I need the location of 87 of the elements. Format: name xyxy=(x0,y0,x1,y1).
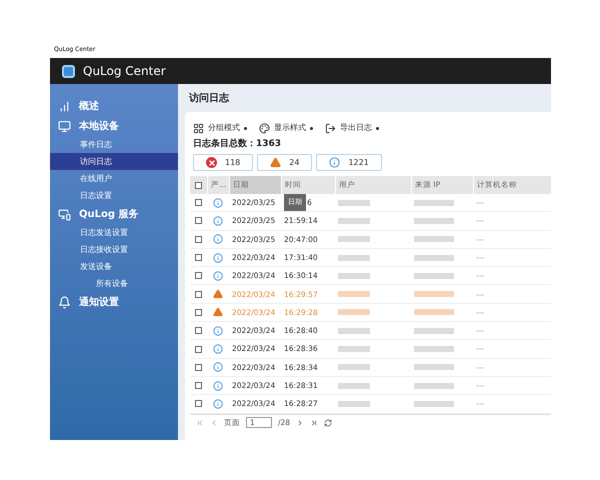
info-icon xyxy=(213,234,223,244)
redacted-block xyxy=(414,200,454,206)
row-checkbox[interactable] xyxy=(195,382,202,390)
sidebar-item[interactable]: 事件日志 xyxy=(50,136,178,153)
info-icon xyxy=(213,198,223,208)
sidebar-item[interactable]: 概述 xyxy=(50,96,178,116)
error-icon xyxy=(206,157,217,168)
row-checkbox[interactable] xyxy=(195,199,202,206)
redacted-block xyxy=(414,272,454,279)
row-checkbox[interactable] xyxy=(195,327,202,334)
redacted-block xyxy=(414,346,454,352)
redacted-block xyxy=(414,382,454,389)
row-checkbox[interactable] xyxy=(195,364,202,371)
info-icon xyxy=(213,362,223,372)
total-label: 日志条目总数： xyxy=(193,138,256,152)
severity-filter-button[interactable]: 118 xyxy=(193,154,254,171)
redacted-block xyxy=(338,309,370,316)
palette-icon xyxy=(259,122,270,134)
sidebar-item[interactable]: QuLog 服务 xyxy=(50,204,178,224)
row-checkbox[interactable] xyxy=(195,290,202,298)
chart-icon xyxy=(58,100,71,112)
info-icon xyxy=(213,252,223,263)
redacted-block xyxy=(338,346,370,352)
row-checkbox[interactable] xyxy=(195,217,202,224)
last-page-icon[interactable] xyxy=(310,418,318,427)
redacted-block xyxy=(338,218,370,224)
info-icon xyxy=(329,157,340,168)
redacted-block xyxy=(338,291,370,298)
row-checkbox[interactable] xyxy=(195,346,202,353)
info-icon xyxy=(213,326,223,336)
total-count: 1363 xyxy=(256,138,282,152)
sidebar-item[interactable]: 所有设备 xyxy=(50,275,178,292)
caret-icon xyxy=(310,126,313,130)
info-icon xyxy=(213,344,223,354)
row-checkbox[interactable] xyxy=(195,254,202,262)
redacted-block xyxy=(338,382,370,389)
checkbox[interactable] xyxy=(195,182,202,188)
page-title: 访问日志 xyxy=(188,91,230,106)
row-checkbox[interactable] xyxy=(195,400,202,408)
redacted-block xyxy=(338,272,370,279)
info-icon xyxy=(213,216,223,226)
warning-icon xyxy=(270,157,282,168)
redacted-block xyxy=(414,364,454,370)
sidebar-item[interactable]: 日志接收设置 xyxy=(50,241,178,258)
redacted-block xyxy=(414,328,454,334)
warning-icon xyxy=(213,289,223,300)
sidebar-item[interactable]: 通知设置 xyxy=(50,292,178,312)
devices-icon xyxy=(58,208,71,220)
warning-icon xyxy=(213,307,223,318)
redacted-block xyxy=(414,218,454,224)
redacted-block xyxy=(414,309,454,316)
info-icon xyxy=(213,380,223,391)
row-checkbox[interactable] xyxy=(195,308,202,316)
caret-icon xyxy=(376,126,379,130)
app-title: QuLog Center xyxy=(83,63,166,80)
row-checkbox[interactable] xyxy=(195,236,202,243)
severity-filter-button[interactable]: 24 xyxy=(257,154,312,171)
sidebar-item[interactable]: 本地设备 xyxy=(50,116,178,136)
redacted-block xyxy=(414,291,454,298)
redacted-block xyxy=(338,400,370,407)
sidebar-item[interactable]: 发送设备 xyxy=(50,258,178,275)
sidebar-item[interactable]: 访问日志 xyxy=(50,153,178,170)
redacted-block xyxy=(414,254,454,261)
refresh-icon[interactable] xyxy=(324,418,332,427)
sidebar-item[interactable]: 日志设置 xyxy=(50,187,178,204)
toolbar-menu-button[interactable]: 分组模式 xyxy=(193,122,247,134)
sidebar-item[interactable]: 日志发送设置 xyxy=(50,224,178,241)
redacted-block xyxy=(338,328,370,334)
row-checkbox[interactable] xyxy=(195,272,202,280)
export-icon xyxy=(325,122,336,134)
sidebar-item[interactable]: 在线用户 xyxy=(50,170,178,187)
severity-filter-button[interactable]: 1221 xyxy=(316,154,382,171)
bell-icon xyxy=(58,296,71,308)
redacted-block xyxy=(414,400,454,407)
caret-icon xyxy=(244,126,247,130)
toolbar-menu-button[interactable]: 导出日志 xyxy=(325,122,379,134)
app-logo-icon xyxy=(62,64,75,78)
toolbar-menu-button[interactable]: 显示样式 xyxy=(259,122,313,134)
redacted-block xyxy=(338,364,370,370)
info-icon xyxy=(213,270,223,281)
monitor-icon xyxy=(58,120,71,132)
redacted-block xyxy=(338,200,370,206)
grid-icon xyxy=(193,122,204,134)
redacted-block xyxy=(338,254,370,261)
redacted-block xyxy=(414,236,454,242)
redacted-block xyxy=(338,236,370,242)
info-icon xyxy=(213,398,223,409)
